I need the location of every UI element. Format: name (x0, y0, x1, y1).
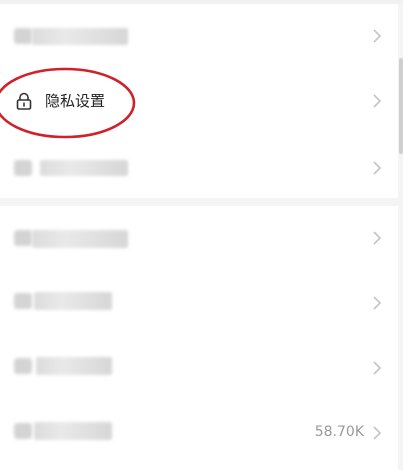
scrollbar[interactable] (399, 58, 403, 154)
row-icon (14, 28, 32, 44)
chevron-right-icon (373, 426, 382, 440)
settings-row-5[interactable] (0, 271, 398, 336)
redacted-label (32, 230, 128, 248)
redacted-label (34, 292, 112, 310)
settings-row-cache[interactable]: 58.70K (0, 401, 398, 466)
redacted-label (32, 28, 128, 45)
settings-group-2: 58.70K (0, 206, 398, 470)
redacted-label (40, 160, 128, 176)
chevron-right-icon (373, 231, 382, 245)
settings-row-1[interactable] (0, 4, 398, 69)
row-icon (14, 160, 32, 176)
cache-size-value: 58.70K (314, 424, 364, 440)
chevron-right-icon (373, 29, 382, 43)
row-icon (14, 293, 32, 309)
chevron-right-icon (373, 361, 382, 375)
row-icon (14, 230, 32, 246)
row-icon (14, 423, 32, 439)
settings-row-3[interactable] (0, 134, 398, 199)
privacy-settings-label: 隐私设置 (45, 92, 106, 110)
row-icon (14, 358, 32, 374)
redacted-label (34, 422, 112, 440)
lock-icon (16, 92, 32, 110)
settings-row-4[interactable] (0, 206, 398, 271)
chevron-right-icon (373, 94, 382, 108)
settings-row-6[interactable] (0, 336, 398, 401)
chevron-right-icon (373, 296, 382, 310)
chevron-right-icon (373, 161, 382, 175)
settings-group-1: 隐私设置 (0, 4, 398, 198)
redacted-label (36, 357, 112, 375)
settings-row-privacy[interactable]: 隐私设置 (0, 69, 398, 134)
